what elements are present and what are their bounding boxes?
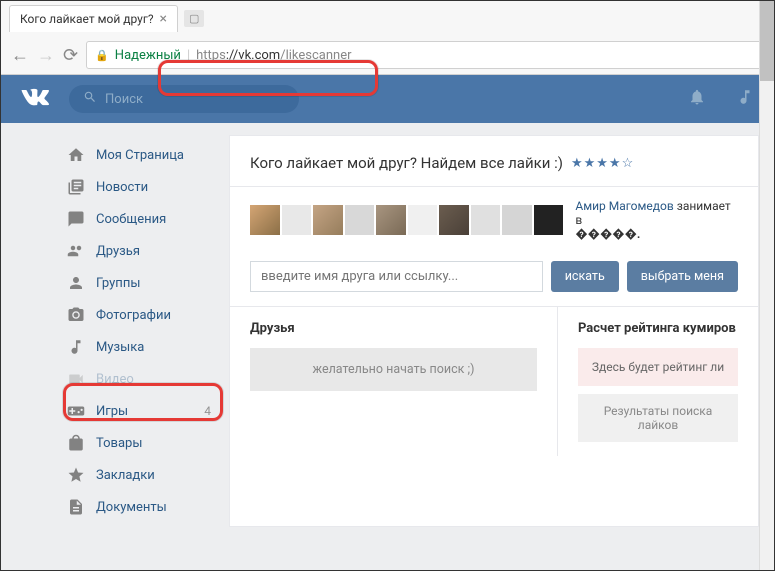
rating-panel-title: Расчет рейтинга кумиров: [578, 321, 738, 336]
sidebar-item-label: Фотографии: [96, 308, 171, 323]
sidebar-item-label: Товары: [96, 436, 142, 451]
sidebar-item-video[interactable]: Видео: [56, 363, 221, 395]
music-icon[interactable]: [736, 88, 754, 111]
nav-arrows: ← → ⟳: [11, 45, 78, 66]
market-icon: [66, 433, 86, 453]
sidebar-item-mypage[interactable]: Моя Страница: [56, 139, 221, 171]
reload-icon[interactable]: ⟳: [63, 45, 78, 66]
panels: Друзья желательно начать поиск ;) Расчет…: [230, 306, 758, 456]
star-icon: [66, 465, 86, 485]
sidebar-item-music[interactable]: Музыка: [56, 331, 221, 363]
tab-title: Кого лайкает мой друг?: [20, 12, 154, 26]
browser-tab[interactable]: Кого лайкает мой друг? ×: [9, 5, 178, 32]
friend-input[interactable]: [250, 261, 543, 292]
sidebar-item-label: Видео: [96, 372, 134, 387]
sidebar-item-label: Друзья: [96, 244, 140, 259]
browser-chrome: Кого лайкает мой друг? × ▢ ← → ⟳ 🔒 Надеж…: [1, 1, 774, 75]
sidebar-item-label: Закладки: [96, 468, 155, 483]
avatar-thumb[interactable]: [439, 205, 469, 235]
friends-panel: Друзья желательно начать поиск ;): [230, 307, 558, 456]
select-me-button[interactable]: выбрать меня: [627, 261, 738, 292]
music-icon: [66, 337, 86, 357]
url-path: /likescanner: [280, 48, 351, 63]
groups-icon: [66, 273, 86, 293]
search-button[interactable]: искать: [551, 261, 619, 292]
sidebar-item-games[interactable]: Игры 4: [56, 395, 221, 427]
scrollbar-thumb[interactable]: [760, 1, 774, 81]
user-rank: �����.: [575, 227, 640, 241]
sidebar-item-groups[interactable]: Группы: [56, 267, 221, 299]
app-header: Кого лайкает мой друг? Найдем все лайки …: [230, 136, 758, 187]
app-main: Кого лайкает мой друг? Найдем все лайки …: [229, 135, 759, 527]
close-icon[interactable]: ×: [160, 12, 167, 26]
sidebar-item-label: Новости: [96, 180, 148, 195]
url-host: ://vk.com: [226, 48, 280, 63]
vk-logo[interactable]: [21, 83, 49, 115]
sidebar-item-docs[interactable]: Документы: [56, 491, 221, 523]
tab-bar: Кого лайкает мой друг? × ▢: [1, 1, 774, 36]
gamepad-icon: [66, 401, 86, 421]
rating-panel: Расчет рейтинга кумиров Здесь будет рейт…: [558, 307, 758, 456]
user-info: Амир Магомедов занимает в �����.: [575, 199, 738, 241]
rating-hint: Здесь будет рейтинг ли: [578, 348, 738, 386]
sidebar-item-label: Игры: [96, 404, 128, 419]
lock-icon: 🔒: [95, 49, 109, 62]
sidebar-item-label: Моя Страница: [96, 148, 184, 163]
secure-label: Надежный: [115, 48, 181, 63]
forward-icon[interactable]: →: [37, 45, 55, 66]
app-title: Кого лайкает мой друг? Найдем все лайки …: [250, 154, 563, 172]
search-box[interactable]: Поиск: [69, 85, 299, 113]
address-bar: ← → ⟳ 🔒 Надежный | https://vk.com/likesc…: [1, 36, 774, 74]
vk-header: Поиск: [1, 75, 774, 123]
sidebar-item-bookmarks[interactable]: Закладки: [56, 459, 221, 491]
thumbnails-row: Амир Магомедов занимает в �����.: [230, 187, 758, 251]
avatar-thumb[interactable]: [408, 205, 438, 235]
results-hint: Результаты поиска лайков: [578, 394, 738, 442]
scrollbar[interactable]: [759, 1, 774, 570]
user-name[interactable]: Амир Магомедов: [575, 199, 673, 213]
sidebar-item-news[interactable]: Новости: [56, 171, 221, 203]
avatar-thumb[interactable]: [250, 205, 280, 235]
avatar-thumb[interactable]: [534, 205, 564, 235]
sidebar-item-messages[interactable]: Сообщения: [56, 203, 221, 235]
docs-icon: [66, 497, 86, 517]
camera-icon: [66, 305, 86, 325]
sidebar-item-label: Группы: [96, 276, 140, 291]
new-tab-button[interactable]: ▢: [184, 10, 204, 27]
avatar-thumb[interactable]: [471, 205, 501, 235]
content-area: Моя Страница Новости Сообщения Друзья Гр…: [1, 123, 774, 527]
avatar-thumb[interactable]: [376, 205, 406, 235]
url-field[interactable]: 🔒 Надежный | https://vk.com/likescanner: [86, 41, 764, 69]
url-proto: https: [196, 48, 226, 63]
sidebar-item-photos[interactable]: Фотографии: [56, 299, 221, 331]
sidebar: Моя Страница Новости Сообщения Друзья Гр…: [56, 135, 221, 527]
avatar-thumb[interactable]: [282, 205, 312, 235]
sidebar-item-label: Документы: [96, 500, 167, 515]
search-icon: [83, 90, 97, 108]
home-icon: [66, 145, 86, 165]
message-icon: [66, 209, 86, 229]
friends-panel-title: Друзья: [250, 321, 537, 336]
friends-hint: желательно начать поиск ;): [250, 348, 537, 391]
sidebar-item-friends[interactable]: Друзья: [56, 235, 221, 267]
friends-icon: [66, 241, 86, 261]
avatar-thumb[interactable]: [345, 205, 375, 235]
badge: 4: [204, 404, 211, 418]
bell-icon[interactable]: [688, 88, 706, 111]
video-icon: [66, 369, 86, 389]
header-icons: [688, 88, 754, 111]
news-icon: [66, 177, 86, 197]
avatar-thumb[interactable]: [502, 205, 532, 235]
sidebar-item-label: Сообщения: [96, 212, 166, 227]
rating-stars[interactable]: ★★★★☆: [571, 156, 634, 171]
avatar-thumb[interactable]: [313, 205, 343, 235]
back-icon[interactable]: ←: [11, 45, 29, 66]
sidebar-item-label: Музыка: [96, 340, 144, 355]
sidebar-item-market[interactable]: Товары: [56, 427, 221, 459]
search-placeholder: Поиск: [105, 92, 143, 107]
search-row: искать выбрать меня: [230, 251, 758, 306]
